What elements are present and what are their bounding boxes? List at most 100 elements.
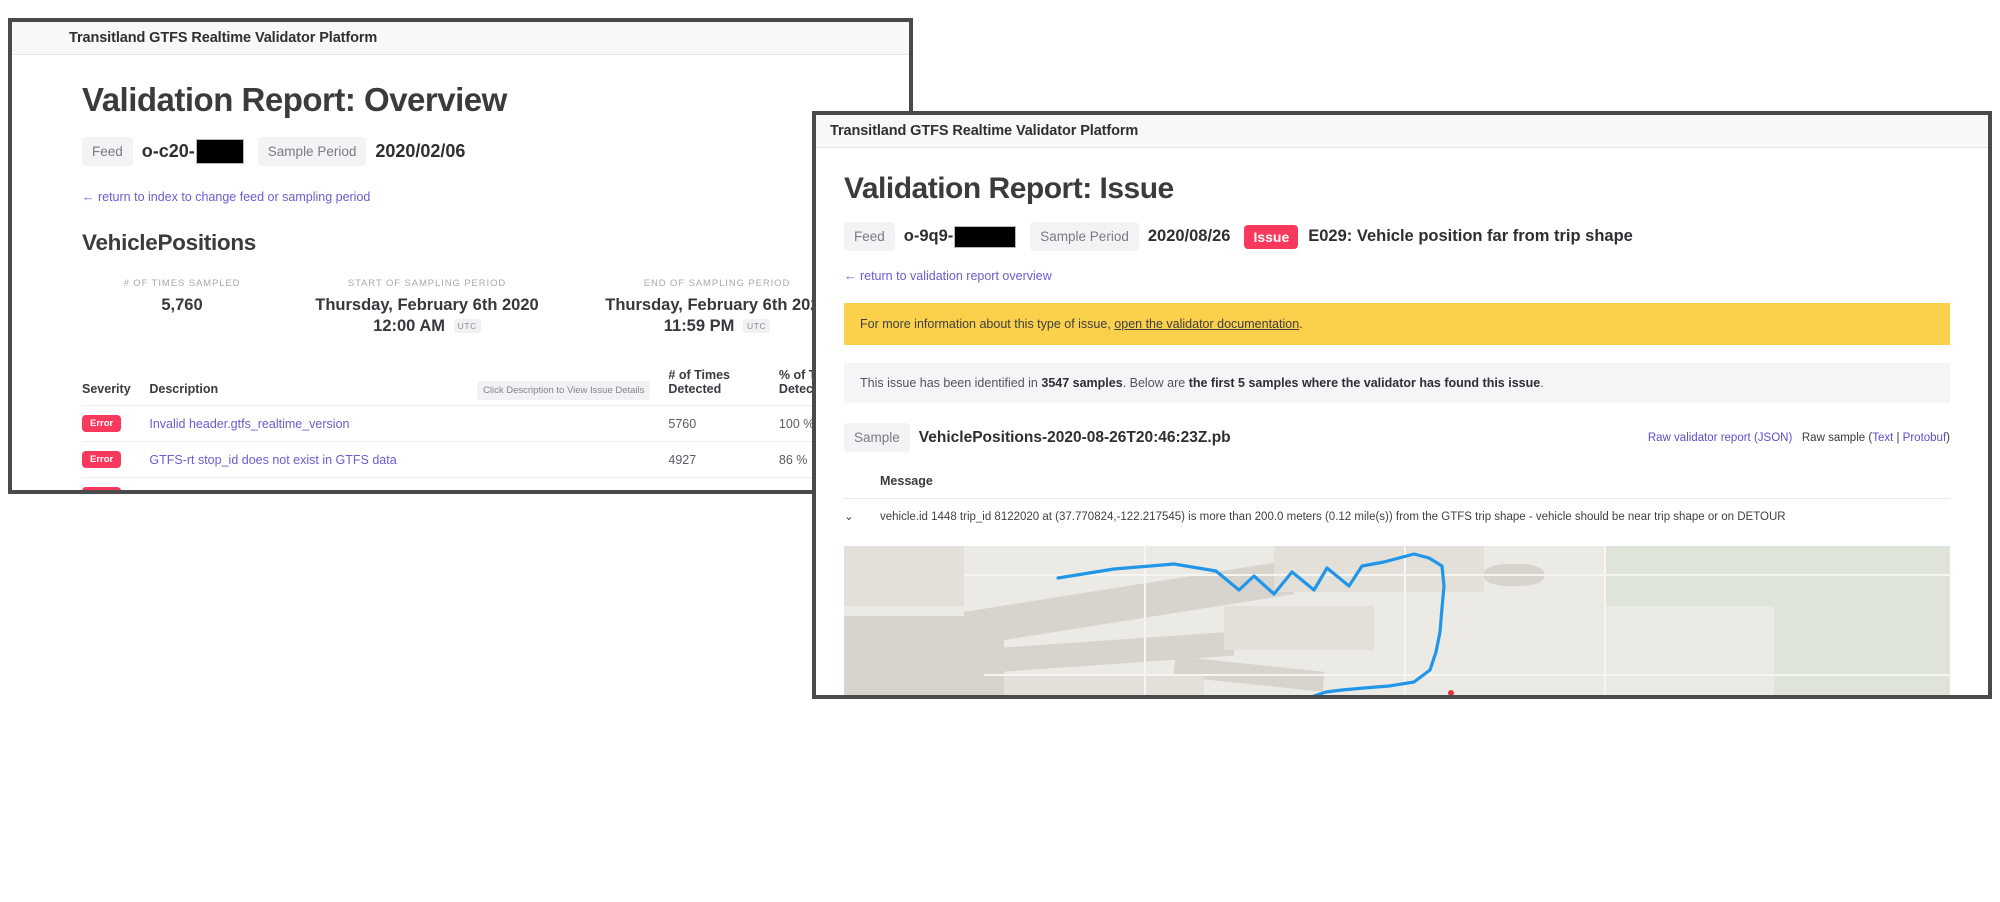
times-detected-cell: 4927 [668, 442, 779, 478]
issues-table-body: Error Invalid header.gtfs_realtime_versio… [82, 406, 882, 494]
severity-cell: Error [82, 406, 149, 442]
overview-window: Transitland GTFS Realtime Validator Plat… [8, 18, 913, 494]
documentation-banner: For more information about this type of … [844, 303, 1950, 345]
issue-description-link[interactable]: GTFS-rt trip_id does not exist in GTFS d… [149, 489, 390, 494]
sampling-stats: # of Times Sampled 5,760 Start of Sampli… [82, 278, 909, 336]
overview-window-body: Validation Report: Overview Feed o-c20- … [12, 55, 909, 494]
stat-start-period-utc-chip: UTC [454, 319, 481, 334]
raw-sample-text-link[interactable]: Text [1872, 432, 1893, 444]
stat-times-sampled-value: 5,760 [82, 295, 282, 316]
validator-documentation-link[interactable]: open the validator documentation [1114, 317, 1299, 331]
status-badge: Error [82, 415, 121, 432]
vehicle-position-marker [1448, 690, 1454, 696]
overview-return-link[interactable]: ← return to index to change feed or samp… [82, 190, 370, 204]
sample-filename: VehiclePositions-2020-08-26T20:46:23Z.pb [919, 429, 1231, 447]
issue-page-title: Validation Report: Issue [844, 172, 1988, 206]
stat-end-period-date: Thursday, February 6th 2020 [605, 296, 828, 314]
issue-feed-id-redaction [954, 226, 1016, 248]
expand-chevron-icon[interactable]: ⌄ [844, 499, 880, 536]
raw-sample-prefix: Raw sample ( [1802, 432, 1872, 444]
samples-summary-d: the first 5 samples where the validator … [1189, 376, 1540, 390]
sample-row: Sample VehiclePositions-2020-08-26T20:46… [844, 423, 1950, 452]
samples-summary-e: . [1540, 376, 1543, 390]
issue-titlebar: Transitland GTFS Realtime Validator Plat… [816, 115, 1988, 148]
messages-message-header: Message [880, 474, 1950, 499]
issue-map[interactable]: Transitland | Interline | © OpenStreetMa… [844, 546, 1950, 699]
messages-header-row: Message [844, 474, 1950, 499]
overview-titlebar: Transitland GTFS Realtime Validator Plat… [12, 22, 909, 55]
message-row[interactable]: ⌄ vehicle.id 1448 trip_id 8122020 at (37… [844, 499, 1950, 536]
samples-summary-a: This issue has been identified in [860, 376, 1041, 390]
description-cell: GTFS-rt trip_id does not exist in GTFS d… [149, 478, 668, 494]
issue-feed-label: Feed [844, 222, 895, 251]
header-severity: Severity [82, 362, 149, 406]
issue-description-link[interactable]: GTFS-rt stop_id does not exist in GTFS d… [149, 453, 396, 467]
table-row[interactable]: Error GTFS-rt trip_id does not exist in G… [82, 478, 882, 494]
times-detected-cell: 651 [668, 478, 779, 494]
table-row[interactable]: Error Invalid header.gtfs_realtime_versio… [82, 406, 882, 442]
samples-summary-c: . Below are [1123, 376, 1189, 390]
issue-meta-row: Feed o-9q9- Sample Period 2020/08/26 Iss… [844, 222, 1988, 251]
header-hint-cell: Click Description to View Issue Details [477, 362, 668, 406]
issue-window-body: Validation Report: Issue Feed o-9q9- Sam… [816, 148, 1988, 699]
screenshot-stage: Transitland GTFS Realtime Validator Plat… [0, 0, 2000, 902]
messages-table-body: ⌄ vehicle.id 1448 trip_id 8122020 at (37… [844, 499, 1950, 536]
issue-badge: Issue [1244, 225, 1298, 249]
header-count: # of Times Detected [668, 362, 779, 406]
overview-sample-period-value: 2020/02/06 [375, 141, 465, 162]
stat-end-period-utc-chip: UTC [743, 319, 770, 334]
status-badge: Error [82, 451, 121, 468]
sample-label: Sample [844, 423, 910, 452]
stat-start-period-value: Thursday, February 6th 2020 12:00 AM UTC [282, 295, 572, 336]
table-row[interactable]: Error GTFS-rt stop_id does not exist in G… [82, 442, 882, 478]
stat-start-period-time: 12:00 AM [373, 317, 445, 335]
issues-table-header-row: Severity Description Click Description t… [82, 362, 882, 406]
header-click-hint: Click Description to View Issue Details [477, 381, 650, 400]
messages-chevron-header [844, 474, 880, 499]
samples-count: 3547 samples [1041, 376, 1122, 390]
issue-code-description: E029: Vehicle position far from trip sha… [1308, 227, 1633, 246]
description-cell: GTFS-rt stop_id does not exist in GTFS d… [149, 442, 668, 478]
issue-sample-period-label: Sample Period [1030, 222, 1139, 251]
times-detected-cell: 5760 [668, 406, 779, 442]
issue-description-link[interactable]: Invalid header.gtfs_realtime_version [149, 417, 349, 431]
map-park-south [1364, 696, 1624, 699]
severity-cell: Error [82, 442, 149, 478]
overview-feed-id: o-c20- [142, 141, 195, 162]
samples-summary-banner: This issue has been identified in 3547 s… [844, 363, 1950, 403]
issue-window: Transitland GTFS Realtime Validator Plat… [812, 111, 1992, 699]
overview-page-title: Validation Report: Overview [82, 81, 909, 119]
description-cell: Invalid header.gtfs_realtime_version [149, 406, 668, 442]
issue-sample-period-value: 2020/08/26 [1148, 227, 1231, 246]
raw-links: Raw validator report (JSON) Raw sample (… [1648, 432, 1950, 444]
status-badge: Error [82, 487, 121, 494]
severity-cell: Error [82, 478, 149, 494]
message-text: vehicle.id 1448 trip_id 8122020 at (37.7… [880, 499, 1950, 536]
overview-feed-label: Feed [82, 137, 133, 166]
stat-start-period-time-wrap: 12:00 AM UTC [282, 316, 572, 337]
stat-start-period-label: Start of Sampling Period [282, 278, 572, 289]
raw-sample-protobuf-link[interactable]: Protobuf [1903, 432, 1946, 444]
issues-table: Severity Description Click Description t… [82, 362, 882, 494]
stat-times-sampled-label: # of Times Sampled [82, 278, 282, 289]
map-route-shape [844, 546, 1950, 699]
stat-start-period-date: Thursday, February 6th 2020 [315, 296, 538, 314]
messages-table: Message ⌄ vehicle.id 1448 trip_id 812202… [844, 474, 1950, 536]
raw-sample-separator: | [1893, 432, 1902, 444]
overview-sample-period-label: Sample Period [258, 137, 367, 166]
stat-times-sampled: # of Times Sampled 5,760 [82, 278, 282, 316]
raw-sample-suffix: ) [1946, 432, 1950, 444]
raw-validator-report-link[interactable]: Raw validator report (JSON) [1648, 432, 1792, 444]
overview-feed-value: o-c20- [142, 139, 244, 164]
issue-feed-value: o-9q9- [904, 226, 1017, 248]
stat-start-period: Start of Sampling Period Thursday, Febru… [282, 278, 572, 336]
issues-table-head: Severity Description Click Description t… [82, 362, 882, 406]
feed-id-redaction [196, 139, 244, 164]
stat-end-period-time: 11:59 PM [664, 317, 735, 335]
messages-table-head: Message [844, 474, 1950, 499]
issue-window-title: Transitland GTFS Realtime Validator Plat… [830, 123, 1138, 139]
overview-meta-row: Feed o-c20- Sample Period 2020/02/06 [82, 137, 909, 166]
overview-window-title: Transitland GTFS Realtime Validator Plat… [69, 30, 377, 46]
issue-return-link[interactable]: ← return to validation report overview [844, 269, 1052, 283]
header-description: Description [149, 382, 218, 396]
